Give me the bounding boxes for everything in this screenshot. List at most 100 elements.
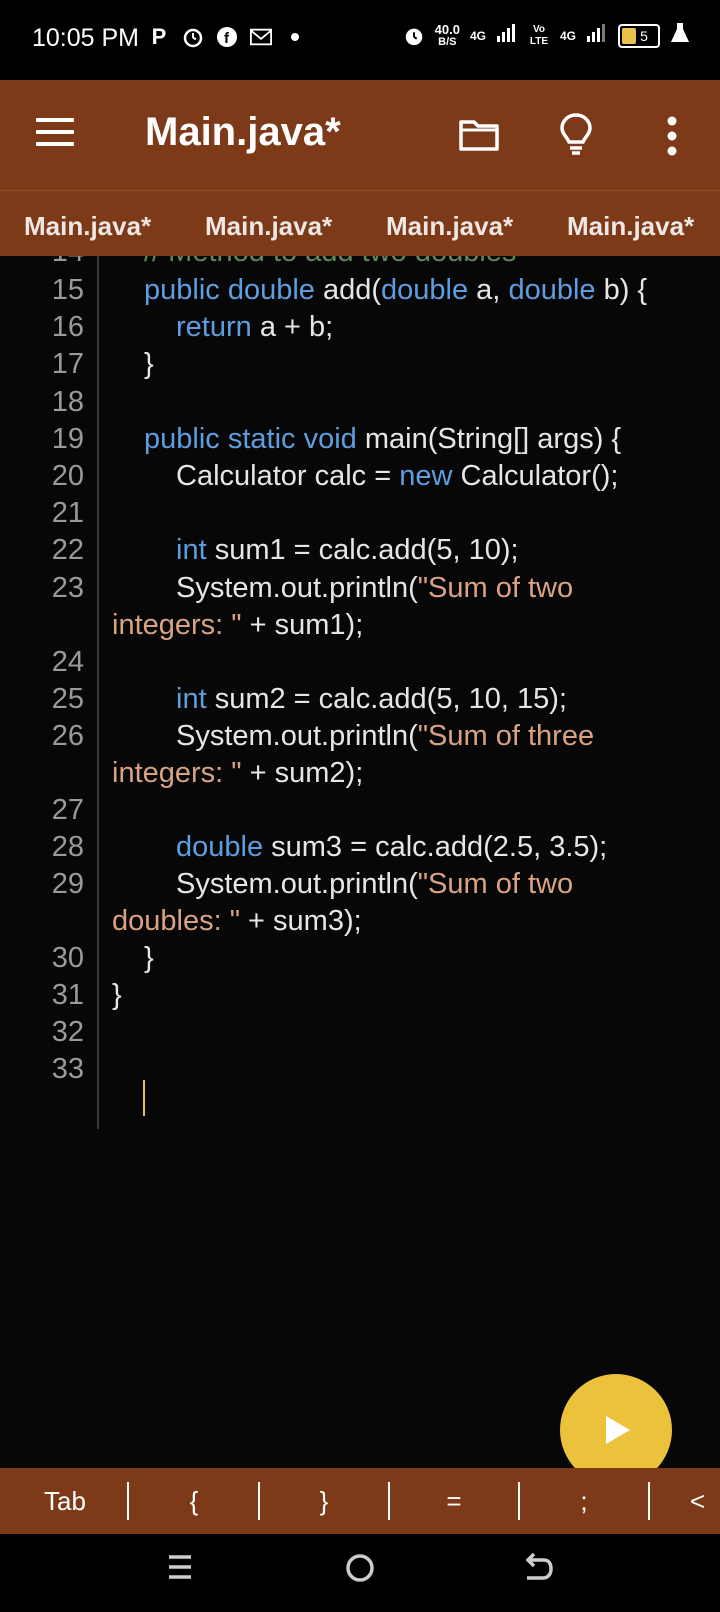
text-cursor (143, 1080, 145, 1116)
back-button[interactable] (522, 1552, 554, 1589)
symbol-key-open-brace[interactable]: { (130, 1468, 258, 1534)
code-text: sum3 = calc.add(2.5, 3.5); (263, 831, 608, 863)
symbol-key-close-brace[interactable]: } (260, 1468, 388, 1534)
line-number: 20 (51, 460, 84, 492)
tab-file-2[interactable]: Main.java* (205, 211, 332, 242)
hint-button[interactable] (558, 112, 594, 156)
code-text: sum1 = calc.add(5, 10); (206, 534, 519, 566)
code-line: System.out.println("Sum of two (176, 572, 573, 605)
symbol-key-less-than[interactable]: < (690, 1468, 720, 1534)
code-line: } (144, 942, 154, 975)
signal-icon-2 (586, 23, 608, 48)
open-folder-button[interactable] (458, 116, 500, 156)
line-number: 18 (51, 386, 84, 418)
code-text: } (144, 942, 154, 974)
symbol-bar: Tab { } = ; < (0, 1468, 720, 1534)
code-editor[interactable]: 14 15 16 17 18 19 20 21 22 23 24 25 26 2… (0, 256, 720, 1468)
line-number: 33 (51, 1053, 84, 1085)
alarm-notification-icon (182, 26, 204, 48)
line-number: 26 (51, 720, 84, 752)
code-text: Calculator calc = (176, 460, 400, 492)
code-line: } (112, 979, 122, 1012)
code-text: a, (468, 274, 509, 306)
code-text: } (112, 979, 122, 1011)
tab-file-1[interactable]: Main.java* (24, 211, 151, 242)
symbol-key-tab[interactable]: Tab (20, 1468, 110, 1534)
line-number: 25 (51, 683, 84, 715)
code-text: b) { (595, 274, 648, 306)
parking-app-icon: P (151, 24, 167, 49)
line-number: 23 (51, 572, 84, 604)
facebook-icon: f (216, 26, 238, 48)
line-number: 21 (51, 497, 84, 529)
code-line: int sum1 = calc.add(5, 10); (176, 534, 519, 567)
home-button[interactable] (344, 1552, 376, 1589)
symbol-key-equals[interactable]: = (390, 1468, 518, 1534)
code-line: int sum2 = calc.add(5, 10, 15); (176, 683, 567, 716)
code-comment: // Method to add two doubles (144, 256, 516, 268)
code-keyword: return (176, 311, 252, 343)
status-time: 10:05 PM (32, 24, 140, 52)
home-icon (346, 1554, 374, 1582)
code-string: "Sum of two (417, 868, 574, 900)
code-text: System.out.println( (176, 868, 418, 900)
code-line: System.out.println("Sum of three (176, 720, 594, 753)
code-line: public double add(double a, double b) { (144, 274, 647, 307)
line-number: 32 (51, 1016, 84, 1048)
play-icon (606, 1416, 630, 1444)
file-tabs: Main.java* Main.java* Main.java* Main.ja… (0, 190, 720, 257)
code-line-wrap: doubles: " + sum3); (112, 905, 362, 938)
line-number: 24 (51, 646, 84, 678)
code-line: return a + b; (176, 311, 333, 344)
code-keyword: int (176, 683, 207, 715)
tab-file-3[interactable]: Main.java* (386, 211, 513, 242)
code-string: integers: " (112, 757, 242, 789)
line-number: 16 (51, 311, 84, 343)
code-line: double sum3 = calc.add(2.5, 3.5); (176, 831, 607, 864)
battery-level: 5 (640, 27, 648, 44)
code-string: "Sum of three (417, 720, 595, 752)
line-number: 22 (51, 534, 84, 566)
code-line: // Method to add two doubles (144, 256, 516, 269)
status-bar: 10:05 PM P f 40.0 B/S 4G Vo LTE 4G 5 (0, 0, 720, 80)
line-number: 14 (14, 256, 84, 269)
symbol-separator (648, 1482, 650, 1520)
flask-icon (670, 22, 690, 49)
code-keyword: new (399, 460, 453, 492)
symbol-key-semicolon[interactable]: ; (520, 1468, 648, 1534)
volte-label: Vo LTE (529, 23, 549, 47)
battery-icon: 5 (618, 23, 660, 48)
line-number: 29 (51, 868, 84, 900)
network-type-1: 4G (469, 28, 486, 43)
code-line: } (144, 348, 154, 381)
recent-apps-button[interactable] (166, 1552, 194, 1587)
symbol-separator (127, 1482, 129, 1520)
code-text: + sum1); (241, 609, 364, 641)
code-text: a + b; (251, 311, 334, 343)
line-number: 17 (51, 348, 84, 380)
code-text: add( (314, 274, 382, 306)
notification-icons: P f (148, 24, 306, 49)
code-text: sum2 = calc.add(5, 10, 15); (206, 683, 567, 715)
code-keyword: int (176, 534, 207, 566)
code-text: System.out.println( (176, 720, 418, 752)
code-text: Calculator(); (452, 460, 619, 492)
more-vert-icon (667, 116, 677, 156)
folder-icon (459, 120, 499, 151)
code-text: + sum2); (241, 757, 364, 789)
file-title: Main.java* (145, 110, 341, 154)
code-keyword: double (176, 831, 264, 863)
code-text: System.out.println( (176, 572, 418, 604)
code-string: integers: " (112, 609, 242, 641)
gutter-divider (97, 256, 99, 1129)
more-options-button[interactable] (662, 116, 682, 156)
code-keyword: double (381, 274, 469, 306)
lightbulb-icon (560, 113, 592, 155)
tab-file-4[interactable]: Main.java* (567, 211, 694, 242)
code-line: public static void main(String[] args) { (144, 423, 621, 456)
code-keyword: double (508, 274, 596, 306)
code-string: "Sum of two (417, 572, 574, 604)
menu-button[interactable] (36, 118, 74, 148)
back-icon (525, 1552, 553, 1580)
line-number: 19 (51, 423, 84, 455)
